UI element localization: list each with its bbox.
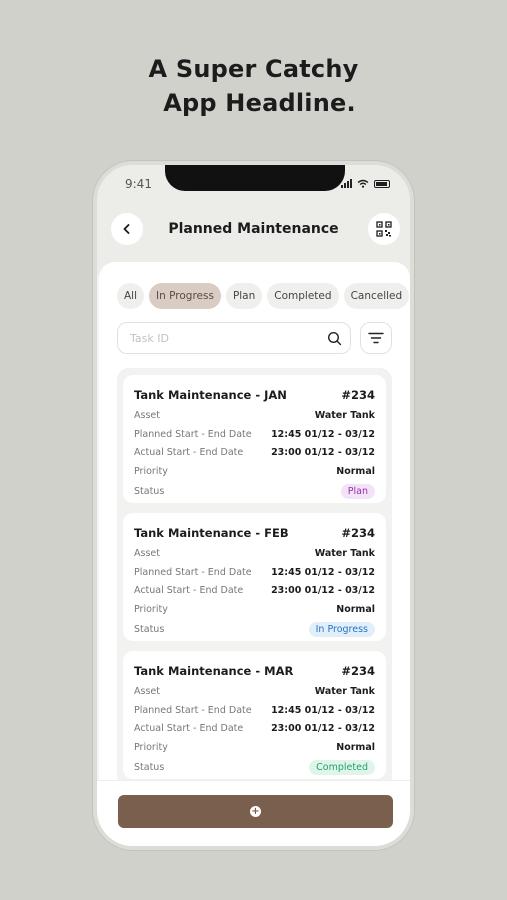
- planned-value: 12:45 01/12 - 03/12: [271, 429, 375, 440]
- task-title: Tank Maintenance - JAN: [134, 388, 287, 402]
- asset-label: Asset: [134, 410, 160, 421]
- status-icons: [341, 179, 390, 188]
- task-title: Tank Maintenance - MAR: [134, 664, 294, 678]
- status-label: Status: [134, 624, 165, 635]
- filter-tab-all[interactable]: All: [117, 283, 145, 309]
- status-row: Status Plan: [134, 484, 375, 499]
- status-row: Status In Progress: [134, 622, 375, 637]
- plus-circle-icon: +: [250, 806, 261, 817]
- status-label: Status: [134, 762, 165, 773]
- phone-notch: [165, 165, 345, 191]
- battery-icon: [374, 180, 390, 188]
- qr-scan-button[interactable]: [368, 213, 400, 245]
- content-sheet: All In Progress Plan Completed Cancelled…: [99, 262, 410, 846]
- asset-value: Water Tank: [314, 410, 375, 421]
- phone-frame: 9:41 Planned Maintenance All In Progress…: [93, 161, 414, 850]
- status-time: 9:41: [125, 177, 152, 191]
- filter-button[interactable]: [360, 322, 392, 354]
- actual-value: 23:00 01/12 - 03/12: [271, 447, 375, 458]
- actual-row: Actual Start - End Date 23:00 01/12 - 03…: [134, 723, 375, 734]
- search-input[interactable]: Task ID: [117, 322, 351, 354]
- task-id: #234: [341, 664, 375, 678]
- task-card[interactable]: Tank Maintenance - MAR #234 Asset Water …: [123, 651, 386, 779]
- asset-row: Asset Water Tank: [134, 686, 375, 697]
- footer-bar: +: [97, 780, 410, 846]
- app-headline: A Super Catchy App Headline.: [0, 52, 507, 120]
- filter-tabs: All In Progress Plan Completed Cancelled: [117, 283, 410, 309]
- priority-row: Priority Normal: [134, 604, 375, 615]
- asset-value: Water Tank: [314, 548, 375, 559]
- actual-row: Actual Start - End Date 23:00 01/12 - 03…: [134, 447, 375, 458]
- status-badge: In Progress: [308, 622, 375, 637]
- status-label: Status: [134, 486, 165, 497]
- priority-value: Normal: [336, 604, 375, 615]
- card-header: Tank Maintenance - JAN #234: [134, 388, 375, 402]
- asset-value: Water Tank: [314, 686, 375, 697]
- actual-row: Actual Start - End Date 23:00 01/12 - 03…: [134, 585, 375, 596]
- priority-value: Normal: [336, 466, 375, 477]
- planned-row: Planned Start - End Date 12:45 01/12 - 0…: [134, 429, 375, 440]
- headline-line-2: App Headline.: [163, 89, 356, 117]
- page-title: Planned Maintenance: [168, 221, 339, 237]
- priority-label: Priority: [134, 604, 168, 615]
- status-badge: Completed: [309, 760, 375, 775]
- priority-value: Normal: [336, 742, 375, 753]
- status-badge: Plan: [340, 484, 375, 499]
- qr-code-icon: [376, 221, 392, 237]
- filter-tab-cancelled[interactable]: Cancelled: [343, 283, 410, 309]
- planned-label: Planned Start - End Date: [134, 567, 252, 578]
- signal-icon: [341, 179, 352, 188]
- filter-tab-plan[interactable]: Plan: [225, 283, 263, 309]
- task-card[interactable]: Tank Maintenance - FEB #234 Asset Water …: [123, 513, 386, 641]
- priority-row: Priority Normal: [134, 466, 375, 477]
- actual-value: 23:00 01/12 - 03/12: [271, 723, 375, 734]
- status-row: Status Completed: [134, 760, 375, 775]
- asset-label: Asset: [134, 548, 160, 559]
- actual-label: Actual Start - End Date: [134, 447, 244, 458]
- actual-label: Actual Start - End Date: [134, 723, 244, 734]
- task-id: #234: [341, 526, 375, 540]
- planned-label: Planned Start - End Date: [134, 429, 252, 440]
- asset-row: Asset Water Tank: [134, 548, 375, 559]
- add-task-button[interactable]: +: [118, 795, 393, 828]
- asset-label: Asset: [134, 686, 160, 697]
- search-placeholder: Task ID: [130, 332, 169, 345]
- priority-label: Priority: [134, 742, 168, 753]
- planned-value: 12:45 01/12 - 03/12: [271, 705, 375, 716]
- priority-row: Priority Normal: [134, 742, 375, 753]
- filter-icon: [368, 332, 384, 344]
- actual-value: 23:00 01/12 - 03/12: [271, 585, 375, 596]
- task-title: Tank Maintenance - FEB: [134, 526, 289, 540]
- search-icon: [327, 331, 342, 346]
- asset-row: Asset Water Tank: [134, 410, 375, 421]
- actual-label: Actual Start - End Date: [134, 585, 244, 596]
- planned-row: Planned Start - End Date 12:45 01/12 - 0…: [134, 705, 375, 716]
- planned-value: 12:45 01/12 - 03/12: [271, 567, 375, 578]
- task-card[interactable]: Tank Maintenance - JAN #234 Asset Water …: [123, 375, 386, 503]
- planned-row: Planned Start - End Date 12:45 01/12 - 0…: [134, 567, 375, 578]
- card-header: Tank Maintenance - MAR #234: [134, 664, 375, 678]
- headline-line-1: A Super Catchy: [148, 55, 359, 83]
- card-header: Tank Maintenance - FEB #234: [134, 526, 375, 540]
- planned-label: Planned Start - End Date: [134, 705, 252, 716]
- wifi-icon: [357, 179, 369, 188]
- filter-tab-completed[interactable]: Completed: [267, 283, 339, 309]
- task-id: #234: [341, 388, 375, 402]
- task-list: Tank Maintenance - JAN #234 Asset Water …: [117, 368, 392, 788]
- filter-tab-in-progress[interactable]: In Progress: [149, 283, 221, 309]
- priority-label: Priority: [134, 466, 168, 477]
